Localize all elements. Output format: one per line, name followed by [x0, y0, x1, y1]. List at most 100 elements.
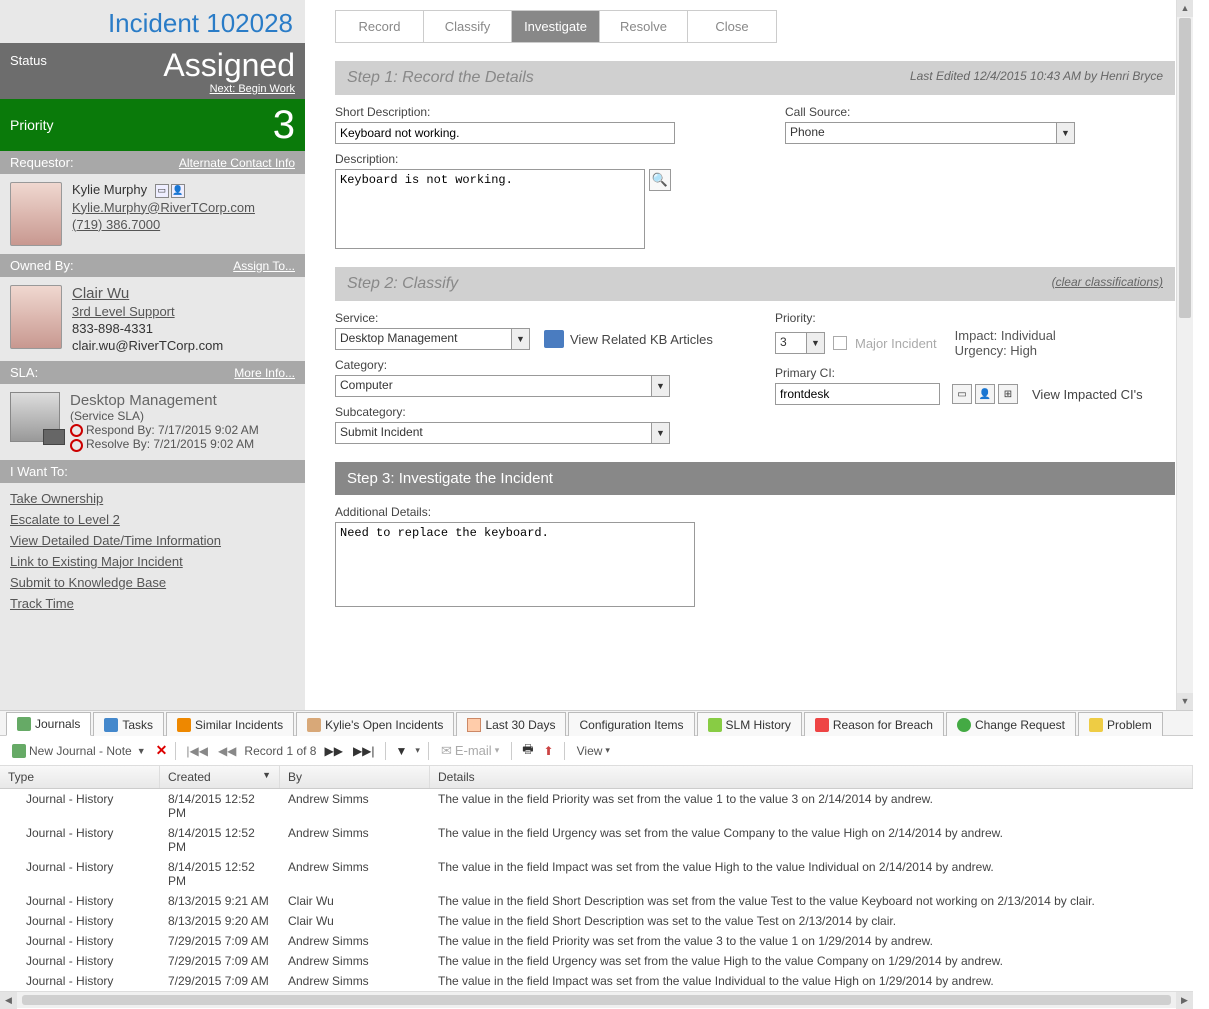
view-impacted-ci-link[interactable]: View Impacted CI's: [1032, 387, 1143, 402]
escalate-link[interactable]: Escalate to Level 2: [10, 512, 295, 527]
new-icon: [12, 744, 26, 758]
priority-select[interactable]: 3: [775, 332, 807, 354]
major-incident-checkbox[interactable]: [833, 336, 847, 350]
dropdown-icon[interactable]: ▼: [1057, 122, 1075, 144]
first-record-button[interactable]: |◀◀: [184, 744, 210, 758]
col-type[interactable]: Type: [0, 766, 160, 788]
new-journal-button[interactable]: New Journal - Note▼: [8, 742, 150, 760]
ci-card-icon[interactable]: ▭: [952, 384, 972, 404]
scroll-right-icon[interactable]: ▶: [1176, 992, 1193, 1009]
dropdown-icon[interactable]: ▼: [652, 375, 670, 397]
heart-icon: [815, 718, 829, 732]
iwant-links: Take Ownership Escalate to Level 2 View …: [0, 483, 305, 619]
take-ownership-link[interactable]: Take Ownership: [10, 491, 295, 506]
workflow-tabs: Record Classify Investigate Resolve Clos…: [335, 10, 777, 43]
track-time-link[interactable]: Track Time: [10, 596, 295, 611]
table-row[interactable]: Journal - History8/14/2015 12:52 PMAndre…: [0, 857, 1193, 891]
dropdown-icon[interactable]: ▼: [652, 422, 670, 444]
person-icon[interactable]: 👤: [171, 184, 185, 198]
btab-30days[interactable]: Last 30 Days: [456, 712, 566, 736]
service-select[interactable]: Desktop Management: [335, 328, 512, 350]
sla-more-link[interactable]: More Info...: [234, 366, 295, 380]
submit-kb-link[interactable]: Submit to Knowledge Base: [10, 575, 295, 590]
tab-close[interactable]: Close: [688, 11, 776, 42]
tab-resolve[interactable]: Resolve: [600, 11, 688, 42]
btab-tasks[interactable]: Tasks: [93, 712, 164, 736]
next-record-button[interactable]: ▶▶: [322, 744, 344, 758]
vertical-scrollbar[interactable]: ▲ ▼: [1176, 0, 1193, 710]
primary-ci-input[interactable]: [775, 383, 940, 405]
addl-details-textarea[interactable]: [335, 522, 695, 607]
btab-breach[interactable]: Reason for Breach: [804, 712, 944, 736]
col-created[interactable]: Created ▼: [160, 766, 280, 788]
horizontal-scrollbar[interactable]: ◀ ▶: [0, 991, 1193, 1008]
requestor-phone[interactable]: (719) 386.7000: [72, 217, 255, 232]
col-by[interactable]: By: [280, 766, 430, 788]
last-record-button[interactable]: ▶▶|: [351, 744, 377, 758]
status-value: Assigned: [163, 49, 295, 81]
assign-to-link[interactable]: Assign To...: [233, 259, 295, 273]
btab-journals[interactable]: Journals: [6, 712, 91, 736]
zoom-icon[interactable]: 🔍: [649, 169, 671, 191]
table-row[interactable]: Journal - History7/29/2015 7:09 AMAndrew…: [0, 931, 1193, 951]
btab-change[interactable]: Change Request: [946, 712, 1076, 736]
btab-open[interactable]: Kylie's Open Incidents: [296, 712, 454, 736]
export-button[interactable]: ⬆: [542, 744, 556, 758]
hscroll-thumb[interactable]: [22, 995, 1171, 1005]
sla-sub: (Service SLA): [70, 409, 259, 423]
btab-problem[interactable]: Problem: [1078, 712, 1163, 736]
table-row[interactable]: Journal - History7/29/2015 7:09 AMAndrew…: [0, 971, 1193, 991]
next-action-link[interactable]: Next: Begin Work: [163, 83, 295, 95]
btab-slm[interactable]: SLM History: [697, 712, 802, 736]
delete-button[interactable]: ✕: [156, 742, 168, 759]
bottom-panel: Journals Tasks Similar Incidents Kylie's…: [0, 710, 1193, 1008]
call-source-label: Call Source:: [785, 105, 1075, 119]
scroll-up-icon[interactable]: ▲: [1177, 0, 1193, 17]
owner-name[interactable]: Clair Wu: [72, 285, 223, 302]
prev-record-button[interactable]: ◀◀: [216, 744, 238, 758]
ownedby-block: Clair Wu 3rd Level Support 833-898-4331 …: [0, 277, 305, 361]
table-row[interactable]: Journal - History8/14/2015 12:52 PMAndre…: [0, 823, 1193, 857]
view-button[interactable]: View ▾: [573, 742, 614, 760]
kb-articles-link[interactable]: View Related KB Articles: [570, 332, 713, 347]
col-details[interactable]: Details: [430, 766, 1193, 788]
requestor-header: Requestor: Alternate Contact Info: [0, 151, 305, 174]
category-select[interactable]: Computer: [335, 375, 652, 397]
bottom-tabs: Journals Tasks Similar Incidents Kylie's…: [0, 711, 1193, 736]
tab-investigate[interactable]: Investigate: [512, 11, 600, 42]
record-position: Record 1 of 8: [244, 744, 316, 758]
tab-record[interactable]: Record: [336, 11, 424, 42]
scroll-left-icon[interactable]: ◀: [0, 992, 17, 1009]
service-label: Service:: [335, 311, 735, 325]
iwant-header: I Want To:: [0, 460, 305, 483]
call-source-select[interactable]: Phone: [785, 122, 1057, 144]
ci-tree-icon[interactable]: ⊞: [998, 384, 1018, 404]
print-button[interactable]: 🖶: [520, 740, 535, 761]
table-row[interactable]: Journal - History8/14/2015 12:52 PMAndre…: [0, 789, 1193, 823]
table-row[interactable]: Journal - History8/13/2015 9:21 AMClair …: [0, 891, 1193, 911]
scroll-thumb[interactable]: [1179, 18, 1191, 318]
table-row[interactable]: Journal - History8/13/2015 9:20 AMClair …: [0, 911, 1193, 931]
alternate-contact-link[interactable]: Alternate Contact Info: [179, 156, 295, 170]
subcategory-select[interactable]: Submit Incident: [335, 422, 652, 444]
owner-team[interactable]: 3rd Level Support: [72, 304, 223, 319]
filter-button[interactable]: ▼: [394, 744, 410, 758]
desc-textarea[interactable]: [335, 169, 645, 249]
requestor-email[interactable]: Kylie.Murphy@RiverTCorp.com: [72, 200, 255, 215]
table-row[interactable]: Journal - History7/29/2015 7:09 AMAndrew…: [0, 951, 1193, 971]
clear-classifications-link[interactable]: (clear classifications): [1052, 275, 1163, 293]
email-button[interactable]: ✉ E-mail ▾: [437, 741, 503, 761]
requestor-avatar: [10, 182, 62, 246]
dropdown-icon[interactable]: ▼: [807, 332, 825, 354]
dropdown-icon[interactable]: ▼: [512, 328, 530, 350]
link-major-link[interactable]: Link to Existing Major Incident: [10, 554, 295, 569]
scroll-down-icon[interactable]: ▼: [1177, 693, 1193, 710]
btab-ci[interactable]: Configuration Items: [568, 712, 694, 736]
short-desc-input[interactable]: [335, 122, 675, 144]
tab-classify[interactable]: Classify: [424, 11, 512, 42]
card-icon[interactable]: ▭: [155, 184, 169, 198]
view-datetime-link[interactable]: View Detailed Date/Time Information: [10, 533, 295, 548]
btab-similar[interactable]: Similar Incidents: [166, 712, 294, 736]
ci-person-icon[interactable]: 👤: [975, 384, 995, 404]
desc-label: Description:: [335, 152, 675, 166]
